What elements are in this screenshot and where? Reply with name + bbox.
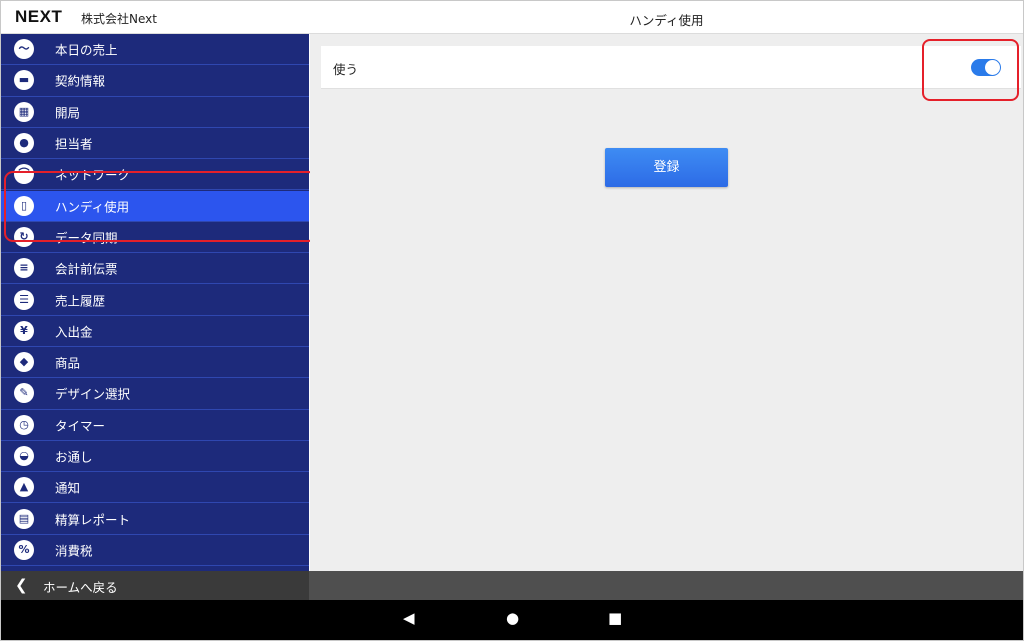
sidebar-item-label: 消費税 bbox=[55, 543, 93, 559]
page-title: ハンディ使用 bbox=[629, 13, 704, 28]
sidebar-item-4[interactable]: ● 担当者 bbox=[1, 128, 309, 160]
sidebar: 〜本日の売上 ▬ 契約情報 ▦ 開局 ● 担当者 ⌒ ネットワーク ▯ ハンディ使用 ↻ データ同期 ≡ 会… bbox=[1, 34, 309, 571]
sidebar-item-8[interactable]: ≡ 会計前伝票 bbox=[1, 253, 309, 285]
timer-icon: ◷ bbox=[14, 414, 34, 435]
setting-row-use: 使う bbox=[321, 46, 1021, 89]
sidebar-item-9[interactable]: ☰ 売上履歴 bbox=[1, 284, 309, 316]
register-icon: ▦ bbox=[14, 101, 34, 122]
highlight-annotation-nav bbox=[4, 171, 317, 242]
home-return-label: ホームへ戻る bbox=[43, 580, 118, 595]
sidebar-item-label: 商品 bbox=[55, 355, 81, 371]
sidebar-item-15[interactable]: ▲ 通知 bbox=[1, 472, 309, 504]
sidebar-item-label: 担当者 bbox=[55, 136, 93, 152]
sidebar-item-label: お通し bbox=[55, 449, 93, 465]
sidebar-item-13[interactable]: ◷ タイマー bbox=[1, 410, 309, 441]
person-icon: ● bbox=[14, 133, 34, 154]
sidebar-item-14[interactable]: ◒ お通し bbox=[1, 441, 309, 473]
sidebar-item-label: デザイン選択 bbox=[55, 386, 131, 402]
bottom-bar: ❮ ホームへ戻る bbox=[1, 571, 1023, 600]
sidebar-item-3[interactable]: ▦ 開局 bbox=[1, 97, 309, 128]
register-button[interactable]: 登録 bbox=[605, 148, 728, 187]
back-icon[interactable]: ◀ bbox=[403, 609, 415, 627]
sidebar-item-1[interactable]: 〜 本日の売上 bbox=[1, 34, 309, 66]
highlight-annotation-toggle bbox=[922, 39, 1019, 101]
list-icon: ☰ bbox=[14, 289, 34, 310]
report-icon: ▤ bbox=[14, 508, 34, 529]
setting-label: 使う bbox=[333, 62, 359, 77]
sidebar-item-16[interactable]: ▤ 精算レポート bbox=[1, 504, 309, 535]
company-name: 株式会社Next bbox=[81, 12, 157, 26]
money-icon: ¥ bbox=[14, 320, 34, 341]
recents-icon[interactable]: ■ bbox=[608, 609, 622, 627]
sidebar-item-17[interactable]: % 消費税 bbox=[1, 535, 309, 567]
bowl-icon: ◒ bbox=[14, 446, 34, 467]
chart-line-icon: 〜 bbox=[14, 39, 34, 60]
home-icon[interactable]: ● bbox=[506, 609, 519, 627]
receipt-icon: ≡ bbox=[14, 258, 34, 279]
android-navigation-bar: ◀ ● ■ bbox=[1, 600, 1023, 640]
chevron-left-icon: ❮ bbox=[15, 576, 28, 594]
sidebar-item-12[interactable]: ✎ デザイン選択 bbox=[1, 378, 309, 410]
sidebar-item-11[interactable]: ◆ 商品 bbox=[1, 347, 309, 379]
sidebar-item-label: 通知 bbox=[55, 480, 81, 496]
bell-icon: ▲ bbox=[14, 477, 34, 498]
percent-icon: % bbox=[14, 539, 34, 560]
pencil-icon: ✎ bbox=[14, 383, 34, 404]
sidebar-item-2[interactable]: ▬ 契約情報 bbox=[1, 65, 309, 97]
sidebar-item-label: 売上履歴 bbox=[55, 293, 106, 309]
sidebar-item-label: タイマー bbox=[55, 418, 106, 434]
top-bar: NEXT 株式会社Next ハンディ使用 bbox=[1, 1, 1023, 34]
sidebar-item-label: 本日の売上 bbox=[55, 42, 118, 58]
sidebar-item-label: 精算レポート bbox=[55, 512, 131, 528]
sidebar-item-label: 契約情報 bbox=[55, 73, 106, 89]
contract-icon: ▬ bbox=[14, 70, 34, 91]
main-panel: 使う 登録 bbox=[310, 34, 1023, 571]
product-icon: ◆ bbox=[14, 352, 34, 373]
sidebar-item-label: 開局 bbox=[55, 105, 81, 121]
sidebar-item-label: 会計前伝票 bbox=[55, 261, 118, 277]
brand-logo: NEXT bbox=[15, 7, 63, 26]
home-return-button[interactable]: ❮ ホームへ戻る bbox=[1, 571, 309, 600]
sidebar-item-label: 入出金 bbox=[55, 324, 93, 340]
sidebar-item-10[interactable]: ¥ 入出金 bbox=[1, 316, 309, 347]
